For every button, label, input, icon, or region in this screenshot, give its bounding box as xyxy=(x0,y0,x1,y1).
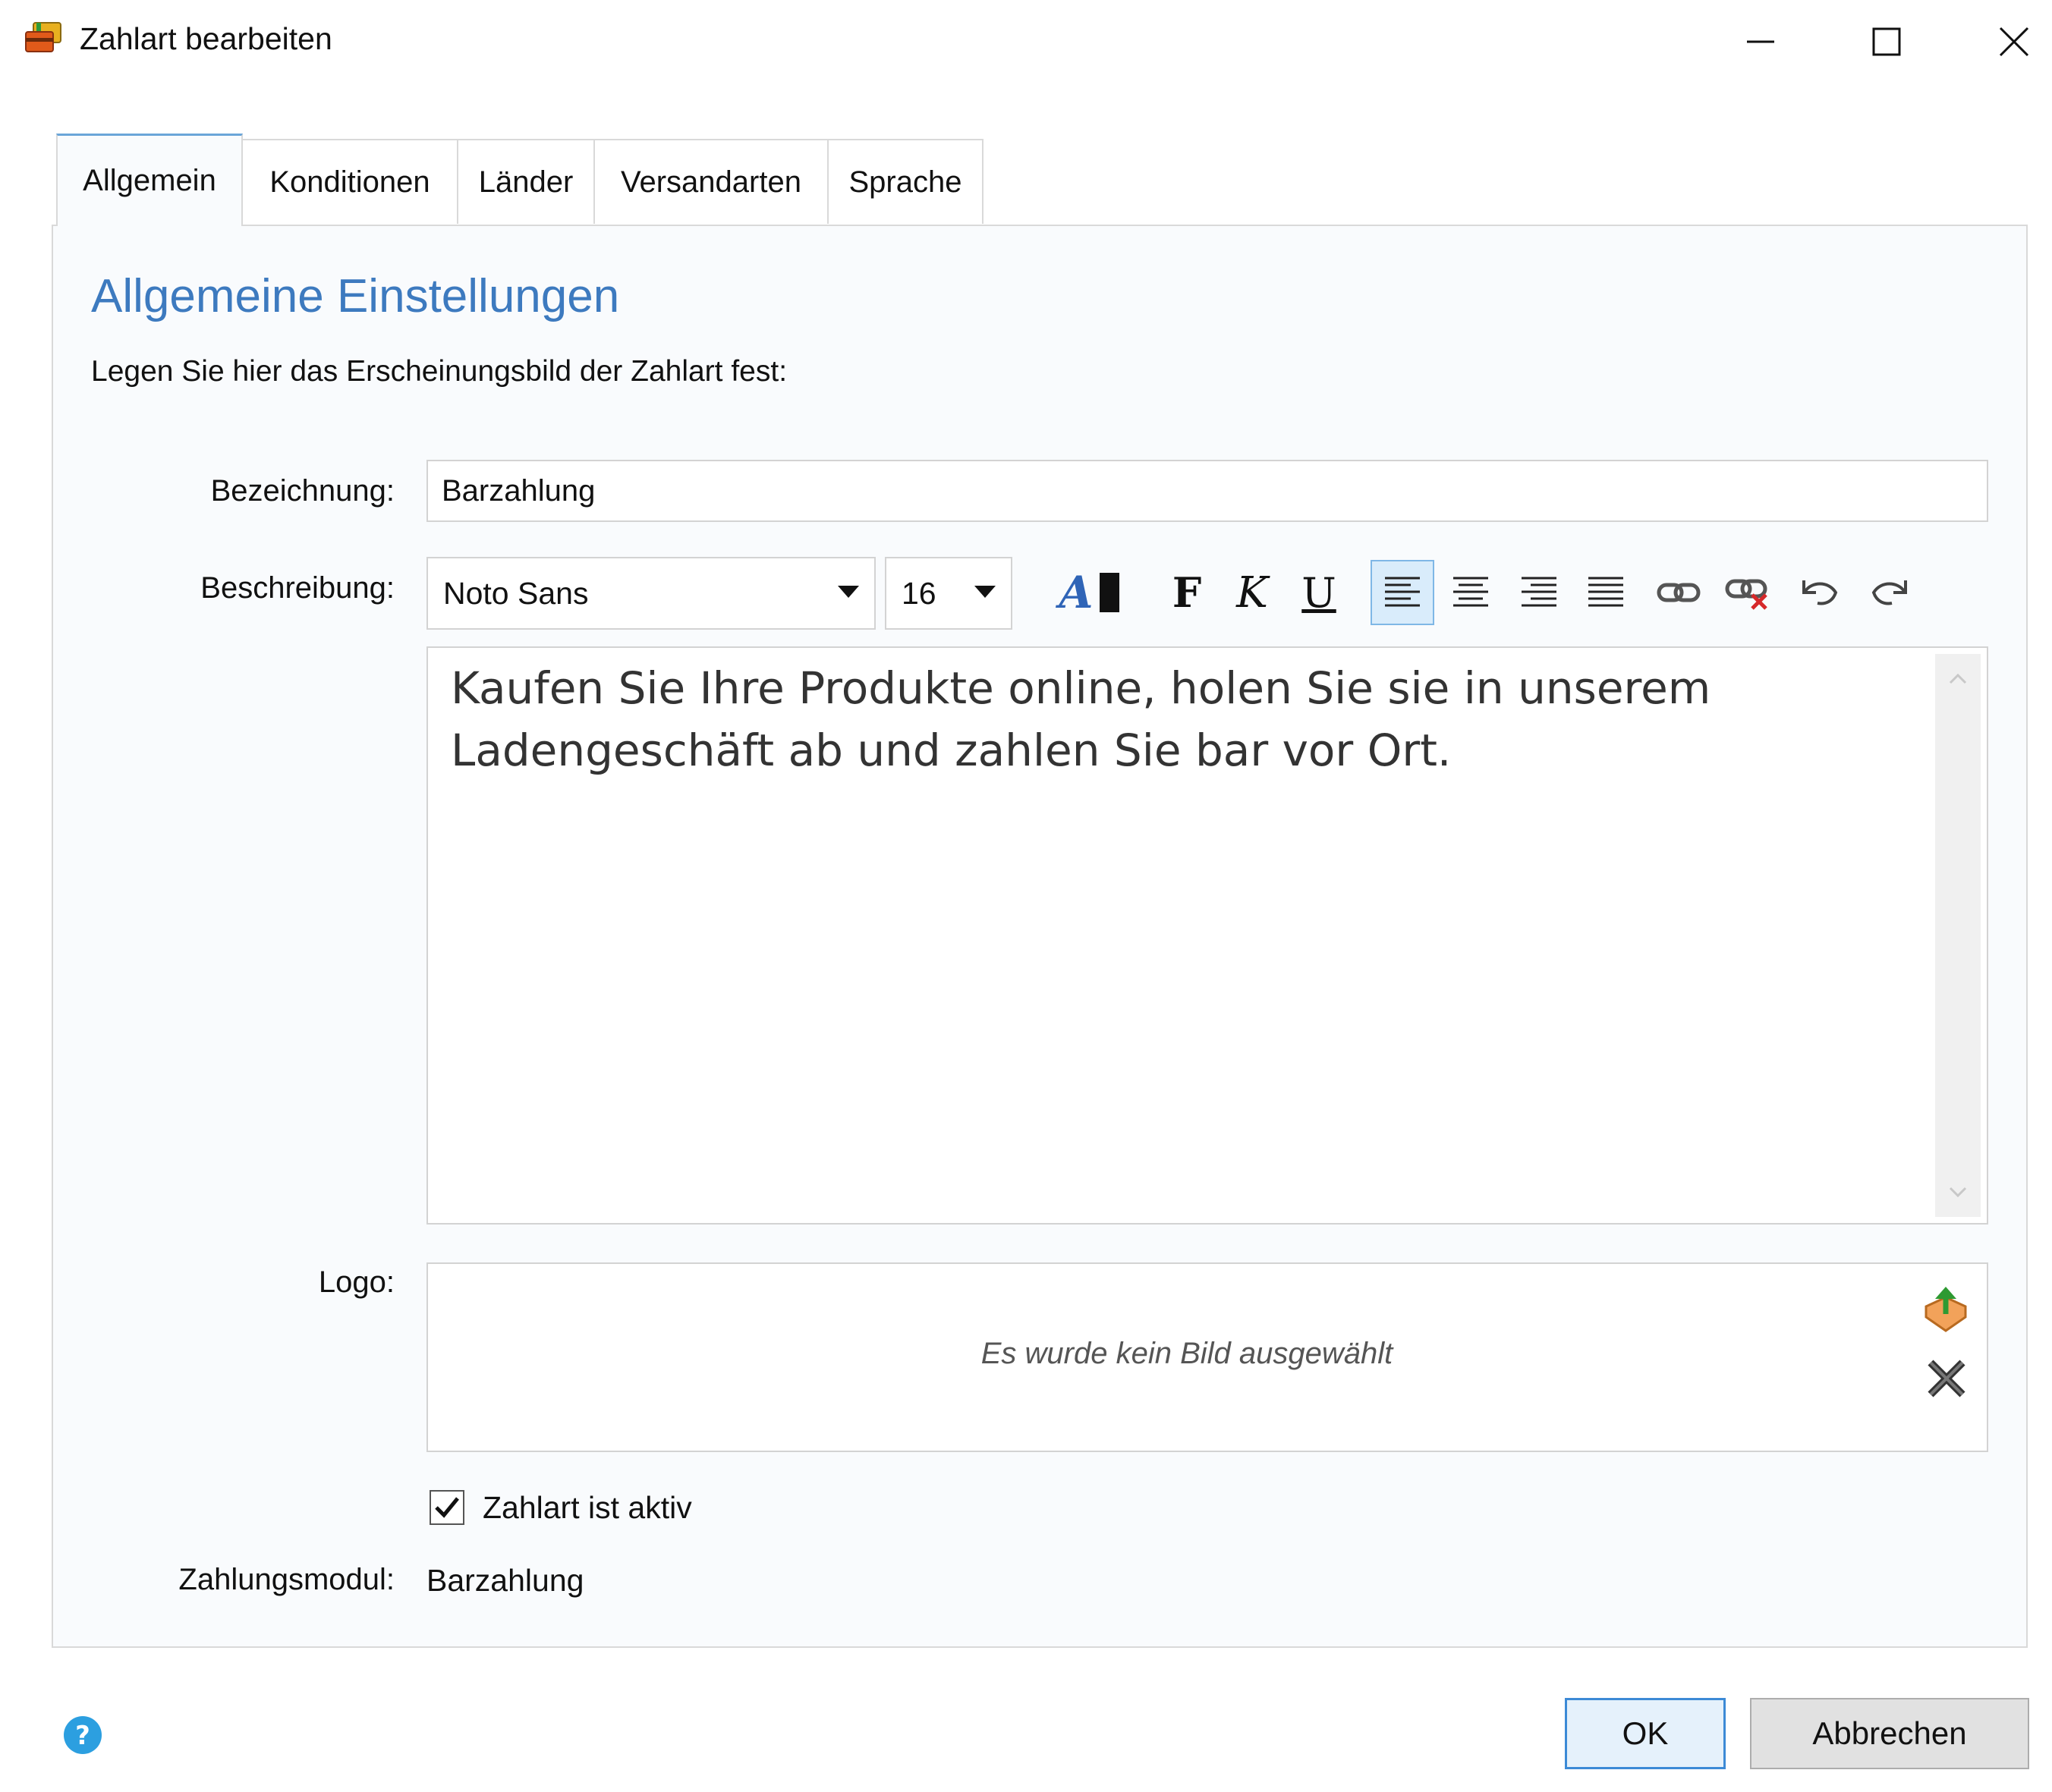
editor-scrollbar[interactable] xyxy=(1935,654,1981,1217)
align-center-button[interactable] xyxy=(1439,560,1503,625)
text-color-button[interactable]: A xyxy=(1040,560,1138,625)
help-icon[interactable]: ? xyxy=(62,1715,103,1756)
active-checkbox[interactable] xyxy=(430,1490,464,1525)
chevron-down-icon[interactable] xyxy=(1949,1187,1967,1199)
logo-dropzone[interactable]: Es wurde kein Bild ausgewählt xyxy=(426,1262,1988,1452)
undo-icon xyxy=(1802,580,1838,605)
logo-placeholder: Es wurde kein Bild ausgewählt xyxy=(980,1337,1393,1370)
unlink-icon xyxy=(1725,579,1767,610)
tab-konditionen[interactable]: Konditionen xyxy=(241,139,458,224)
chevron-down-icon xyxy=(974,586,996,598)
load-image-icon xyxy=(1925,1287,1967,1332)
bold-icon: F xyxy=(1172,568,1202,617)
name-input[interactable] xyxy=(426,460,1988,522)
font-size-value: 16 xyxy=(902,575,936,611)
payment-module-label: Zahlungsmodul: xyxy=(178,1563,395,1596)
tab-sprache[interactable]: Sprache xyxy=(827,139,984,224)
font-family-select[interactable]: Noto Sans xyxy=(426,557,876,630)
close-button[interactable] xyxy=(1969,8,2052,76)
remove-link-button[interactable] xyxy=(1715,560,1779,625)
minimize-button[interactable] xyxy=(1715,8,1806,76)
tab-laender[interactable]: Länder xyxy=(457,139,595,224)
payment-cards-icon xyxy=(23,21,65,56)
italic-icon: K xyxy=(1236,567,1268,618)
remove-image-button[interactable] xyxy=(1925,1357,1969,1401)
ok-button[interactable]: OK xyxy=(1565,1698,1726,1769)
payment-module-value: Barzahlung xyxy=(426,1563,584,1598)
load-image-button[interactable] xyxy=(1920,1284,1972,1335)
logo-label: Logo: xyxy=(318,1265,395,1299)
insert-link-button[interactable] xyxy=(1647,560,1711,625)
description-label: Beschreibung: xyxy=(200,571,395,605)
window-title: Zahlart bearbeiten xyxy=(80,21,332,56)
chevron-up-icon[interactable] xyxy=(1949,672,1967,684)
close-icon xyxy=(1999,27,2029,57)
svg-text:?: ? xyxy=(75,1721,90,1751)
cancel-button[interactable]: Abbrechen xyxy=(1750,1698,2029,1769)
align-justify-icon xyxy=(1588,577,1623,607)
align-left-icon xyxy=(1385,577,1420,607)
link-icon xyxy=(1657,583,1701,602)
checkmark-icon xyxy=(435,1497,459,1518)
name-label: Bezeichnung: xyxy=(210,474,395,508)
underline-button[interactable]: U xyxy=(1287,560,1351,625)
maximize-icon xyxy=(1872,27,1901,56)
description-editor[interactable]: Kaufen Sie Ihre Produkte online, holen S… xyxy=(426,646,1988,1225)
bold-button[interactable]: F xyxy=(1155,560,1219,625)
description-text[interactable]: Kaufen Sie Ihre Produkte online, holen S… xyxy=(451,657,1908,781)
align-center-icon xyxy=(1453,577,1488,607)
redo-icon xyxy=(1871,580,1907,605)
align-justify-button[interactable] xyxy=(1574,560,1638,625)
align-right-button[interactable] xyxy=(1507,560,1571,625)
redo-button[interactable] xyxy=(1858,560,1921,625)
text-color-icon: A xyxy=(1059,567,1119,618)
active-checkbox-label[interactable]: Zahlart ist aktiv xyxy=(483,1490,692,1526)
undo-button[interactable] xyxy=(1788,560,1852,625)
italic-button[interactable]: K xyxy=(1220,560,1284,625)
section-subtitle: Legen Sie hier das Erscheinungsbild der … xyxy=(91,355,788,388)
font-family-value: Noto Sans xyxy=(443,575,589,611)
section-heading: Allgemeine Einstellungen xyxy=(91,270,620,322)
tab-versandarten[interactable]: Versandarten xyxy=(593,139,829,224)
font-size-select[interactable]: 16 xyxy=(885,557,1012,630)
minimize-icon xyxy=(1747,40,1774,43)
chevron-down-icon xyxy=(838,586,859,598)
underline-icon: U xyxy=(1301,568,1336,617)
delete-x-icon xyxy=(1928,1360,1965,1397)
align-right-icon xyxy=(1522,577,1556,607)
align-left-button[interactable] xyxy=(1371,560,1434,625)
tab-allgemein[interactable]: Allgemein xyxy=(56,134,243,226)
maximize-button[interactable] xyxy=(1841,8,1932,76)
